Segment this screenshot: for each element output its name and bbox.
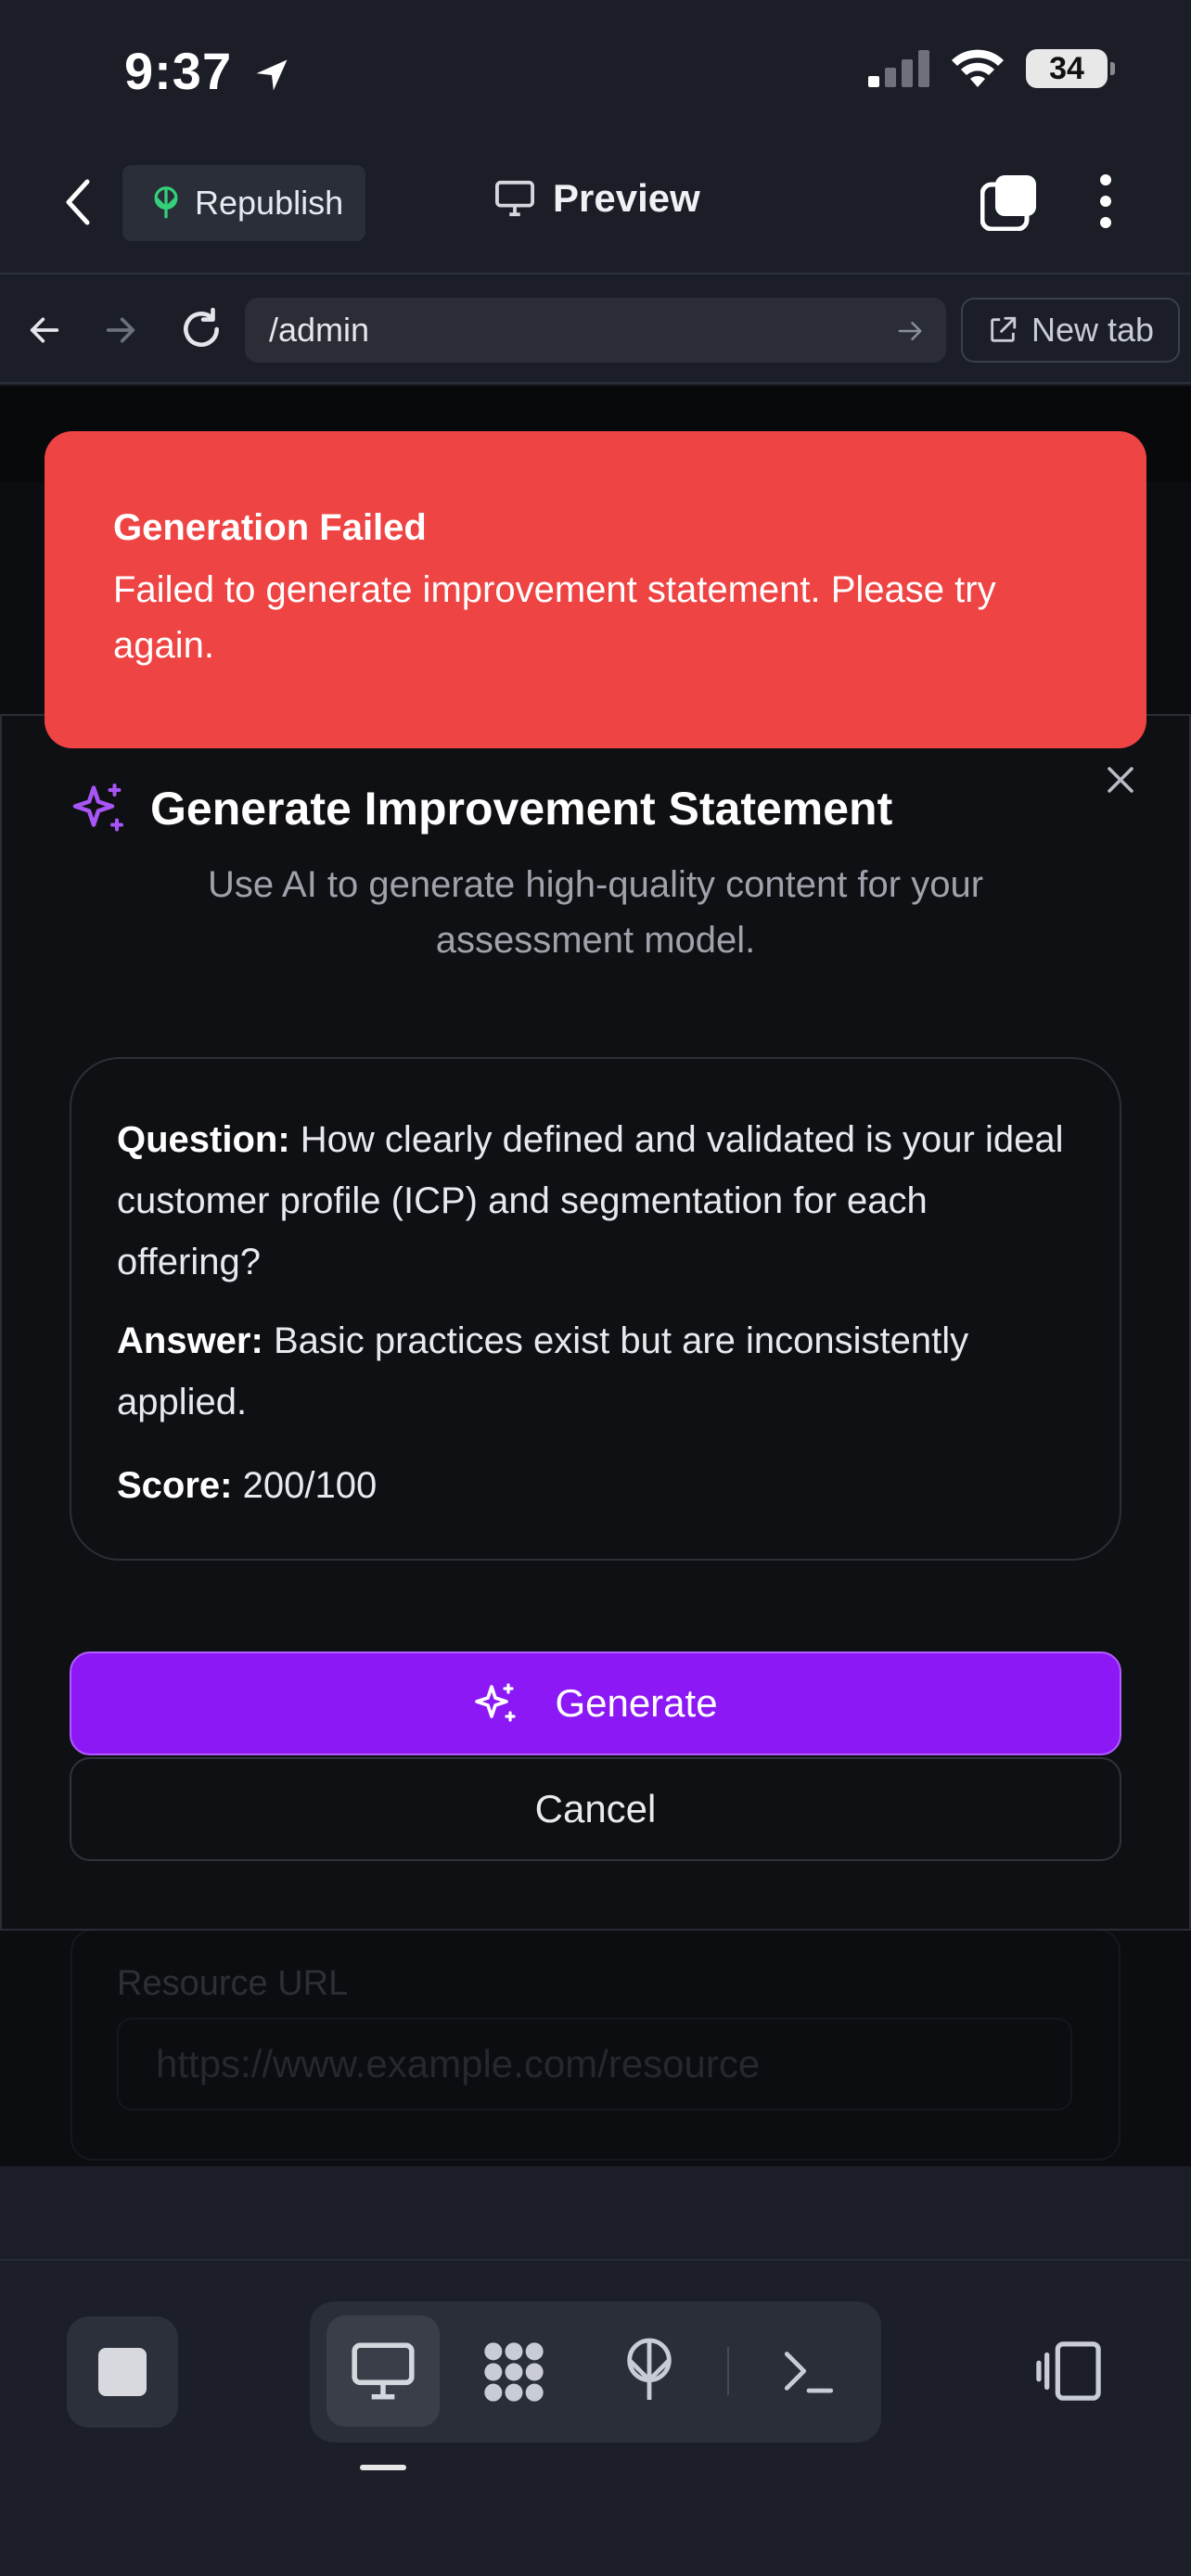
generate-label: Generate [555,1681,718,1725]
resource-url-input: https://www.example.com/resource [117,2018,1072,2111]
active-tab-indicator [360,2465,406,2470]
forward-arrow-icon[interactable] [102,310,139,351]
stop-icon [98,2348,147,2396]
duplicate-icon[interactable] [980,173,1038,231]
url-text: /admin [269,311,370,349]
tool-divider [727,2347,729,2395]
grid-pattern-icon[interactable] [479,2337,549,2407]
toast-title: Generation Failed [113,507,427,548]
go-arrow-icon[interactable] [896,317,924,345]
status-icons: 34 [868,48,1115,89]
monitor-icon [495,180,534,217]
terminal-icon[interactable] [779,2344,839,2398]
battery-icon: 34 [1026,49,1115,88]
devices-icon[interactable] [1033,2339,1104,2404]
dialog-header: Generate Improvement Statement [70,781,892,836]
generate-button[interactable]: Generate [70,1651,1121,1755]
wifi-icon [952,49,1004,87]
question-text: Question: How clearly defined and valida… [117,1119,1064,1282]
dialog-title: Generate Improvement Statement [150,783,893,835]
back-chevron-icon[interactable] [61,176,95,228]
cancel-label: Cancel [534,1787,657,1830]
republish-button[interactable]: Republish [122,165,365,241]
toast-message: Failed to generate improvement statement… [113,569,996,666]
preview-tab[interactable]: Preview [493,176,700,221]
external-link-icon [991,316,1017,342]
republish-icon [154,186,178,219]
location-arrow-icon [256,59,288,91]
new-tab-button[interactable]: New tab [961,298,1180,363]
error-toast: Generation Failed Failed to generate imp… [45,431,1146,748]
answer-text: Answer: Basic practices exist but are in… [117,1320,969,1422]
url-input[interactable]: /admin [245,298,946,363]
more-vertical-icon[interactable] [1095,172,1117,230]
cancel-button[interactable]: Cancel [70,1757,1121,1861]
new-tab-label: New tab [1031,311,1155,349]
signal-icon [868,50,929,87]
sparkles-icon [72,784,123,832]
dialog-subtitle: Use AI to generate high-quality content … [207,864,984,961]
sparkles-icon [475,1683,517,1722]
resource-url-label: Resource URL [117,1964,349,2003]
score-text: Score: 200/100 [117,1465,378,1506]
close-icon[interactable] [1104,763,1137,797]
back-arrow-icon[interactable] [26,310,63,351]
republish-label: Republish [195,184,344,222]
reload-icon[interactable] [178,306,224,352]
desktop-icon[interactable] [349,2339,417,2404]
deploy-icon[interactable] [620,2335,679,2405]
status-time: 9:37 [124,41,292,101]
preview-label: Preview [553,176,700,220]
